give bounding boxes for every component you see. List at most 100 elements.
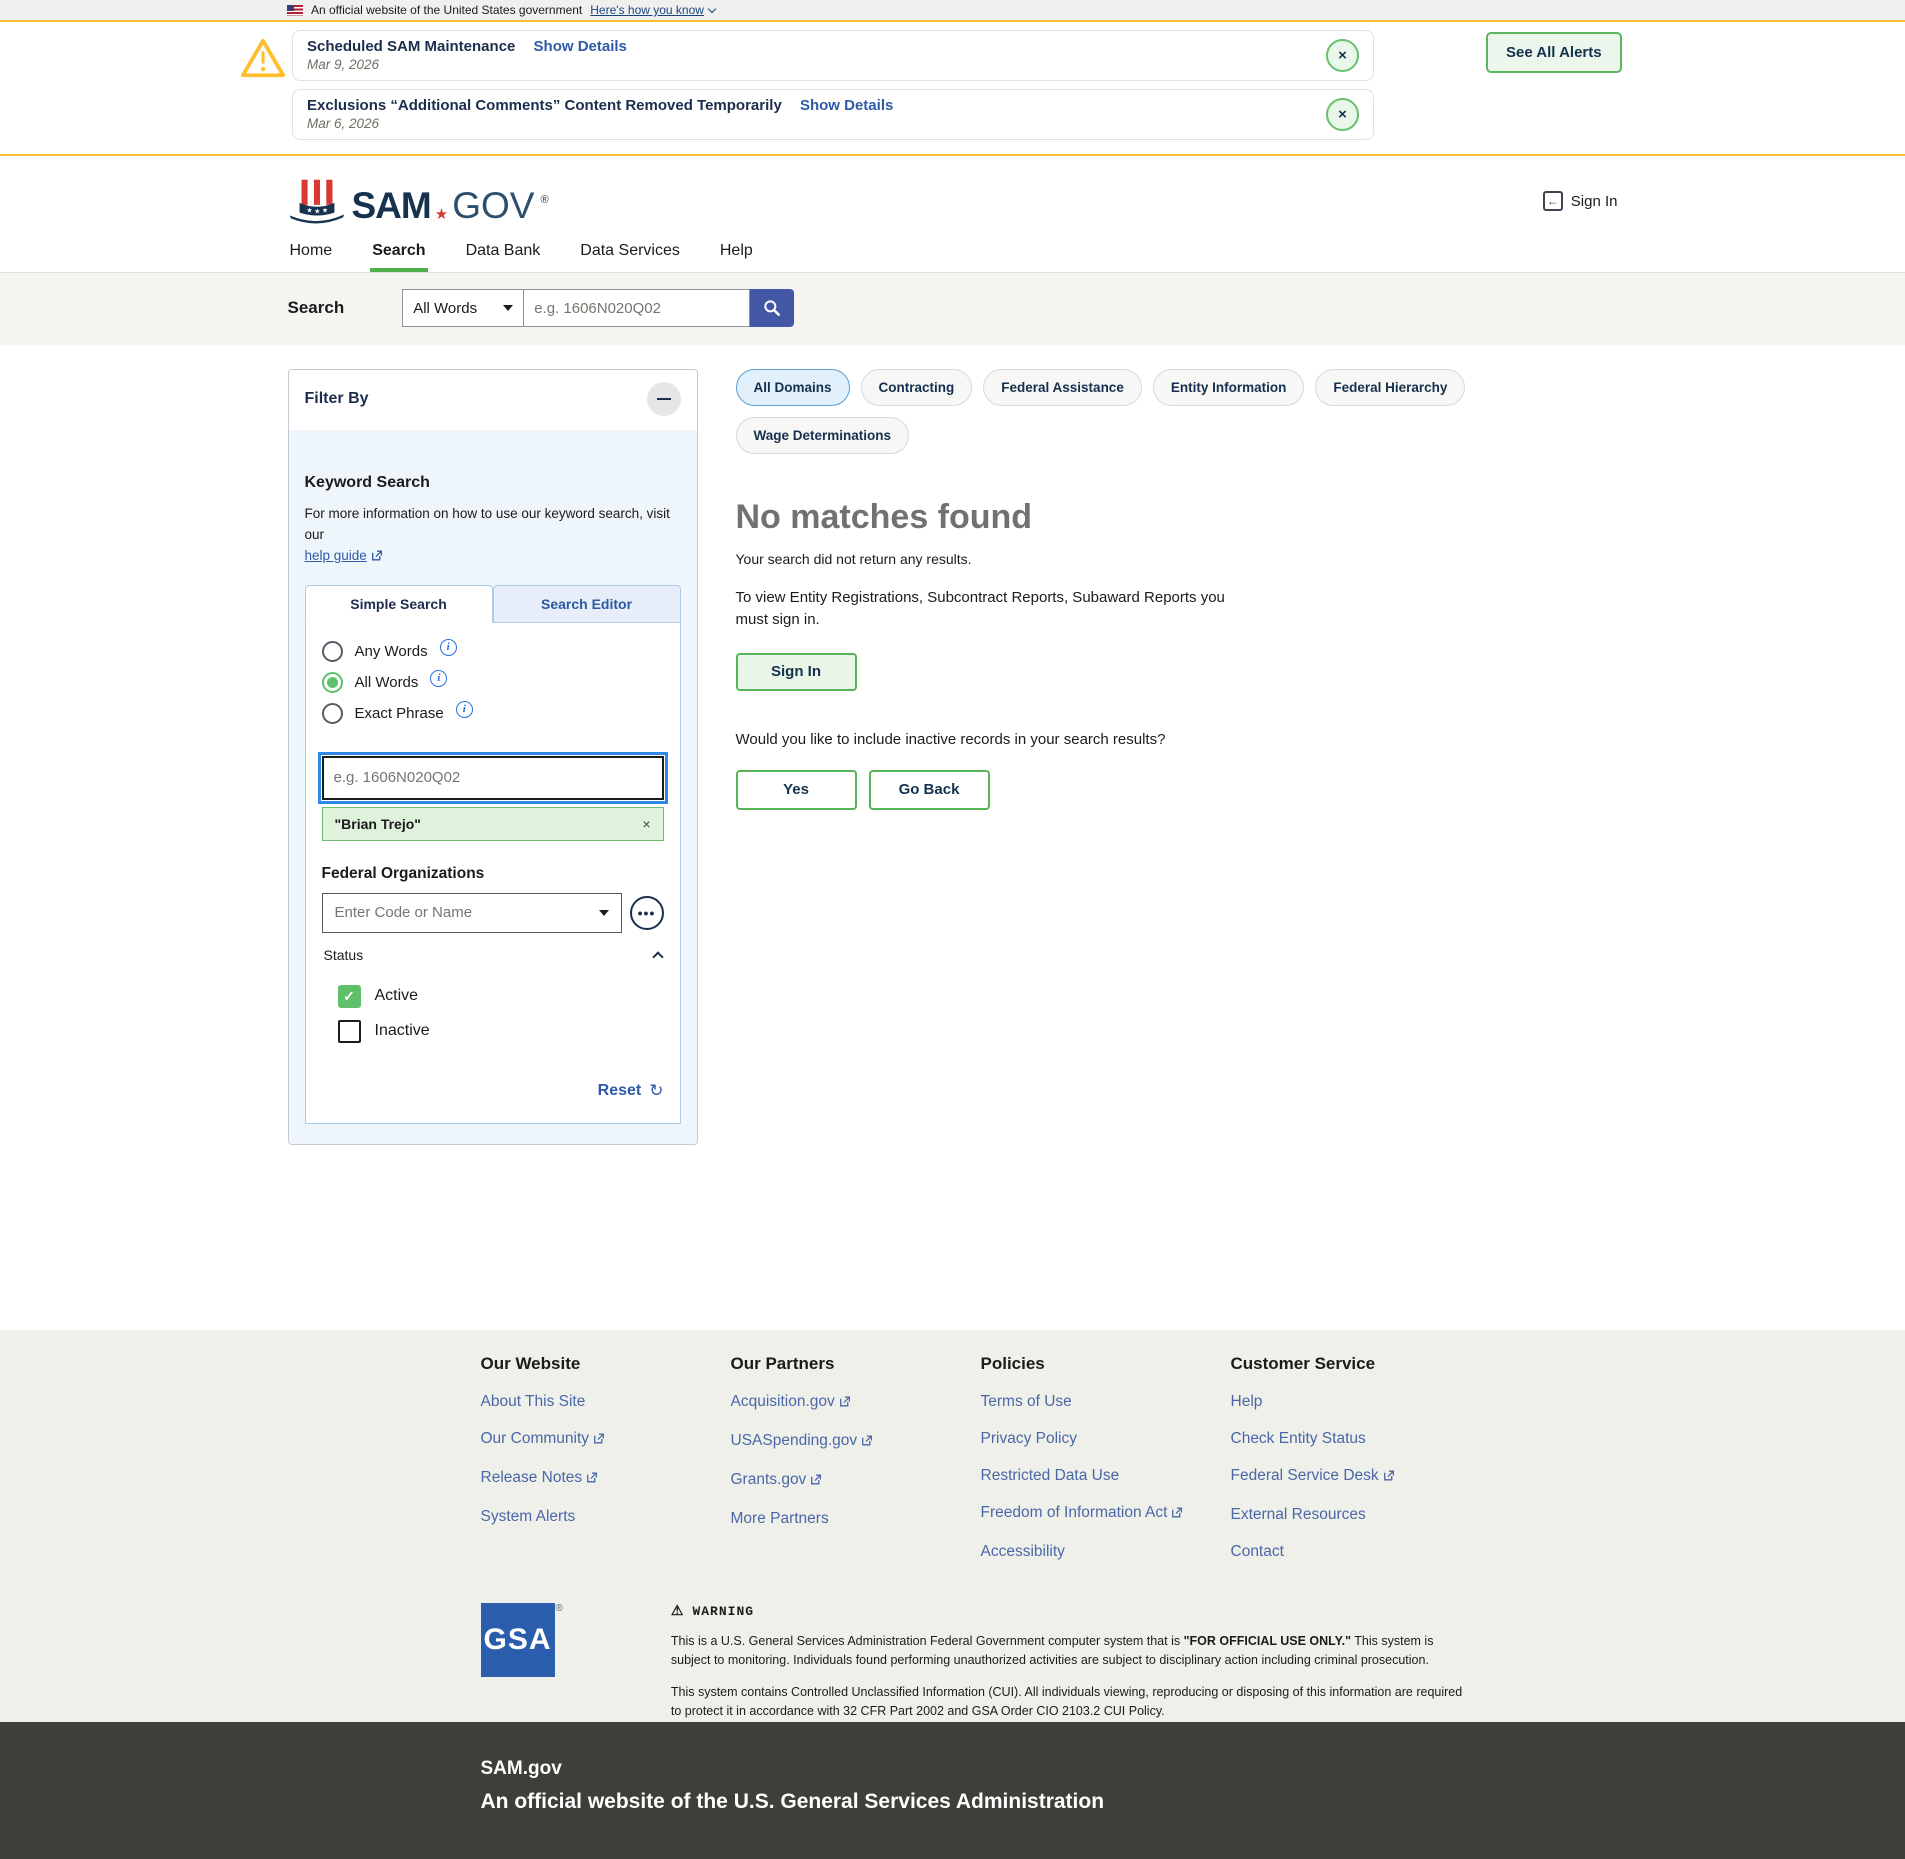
footer-link-foia[interactable]: Freedom of Information Act [981, 1504, 1231, 1524]
search-submit-button[interactable] [750, 289, 794, 327]
domain-pill-entity-information[interactable]: Entity Information [1153, 369, 1305, 406]
nav-item-data-bank[interactable]: Data Bank [464, 234, 543, 272]
footer-link-help[interactable]: Help [1231, 1393, 1481, 1411]
search-band: Search All Words [0, 273, 1905, 345]
footer-link-privacy-policy[interactable]: Privacy Policy [981, 1430, 1231, 1448]
domain-pill-wage-determinations[interactable]: Wage Determinations [736, 417, 910, 454]
footer-heading: Our Partners [731, 1354, 981, 1374]
include-inactive-question: Would you like to include inactive recor… [736, 731, 1618, 748]
status-inactive-label: Inactive [375, 1022, 430, 1040]
external-link-icon [585, 1471, 598, 1489]
see-all-alerts-button[interactable]: See All Alerts [1486, 32, 1622, 73]
footer-link-about-this-site[interactable]: About This Site [481, 1393, 731, 1411]
external-link-icon [370, 548, 383, 569]
status-inactive-option[interactable]: Inactive [338, 1020, 648, 1043]
radio-any-words[interactable] [322, 641, 343, 662]
go-back-button[interactable]: Go Back [869, 770, 990, 810]
radio-any-words-label: Any Words [355, 643, 428, 660]
search-mode-select[interactable]: All Words [402, 289, 524, 327]
nav-item-search[interactable]: Search [370, 234, 427, 272]
footer-link-restricted-data-use[interactable]: Restricted Data Use [981, 1467, 1231, 1485]
warning-triangle-icon [240, 36, 286, 140]
domain-pill-federal-hierarchy[interactable]: Federal Hierarchy [1315, 369, 1465, 406]
radio-exact-phrase[interactable] [322, 703, 343, 724]
gov-banner: An official website of the United States… [0, 0, 1905, 22]
warning-paragraph-1: This is a U.S. General Services Administ… [671, 1632, 1471, 1671]
footer-link-terms-of-use[interactable]: Terms of Use [981, 1393, 1231, 1411]
domain-pill-federal-assistance[interactable]: Federal Assistance [983, 369, 1142, 406]
footer-col-our-website: Our Website About This Site Our Communit… [481, 1354, 731, 1561]
nav-item-help[interactable]: Help [718, 234, 755, 272]
help-guide-link[interactable]: help guide [305, 548, 367, 563]
nav-item-data-services[interactable]: Data Services [578, 234, 682, 272]
alert-title: Scheduled SAM Maintenance [307, 38, 515, 55]
info-icon[interactable]: i [456, 701, 473, 718]
reset-icon[interactable]: ↻ [649, 1081, 663, 1101]
filter-panel: Filter By Keyword Search For more inform… [288, 369, 698, 1145]
footer-link-check-entity-status[interactable]: Check Entity Status [1231, 1430, 1481, 1448]
sign-in-icon: ← [1543, 191, 1563, 211]
reset-filters-link[interactable]: Reset [598, 1082, 642, 1100]
info-icon[interactable]: i [440, 639, 457, 656]
header-sign-in-link[interactable]: ← Sign In [1543, 191, 1618, 211]
site-header: ★ ★ ★ SAM ★ GOV ® ← Sign In Home Search … [0, 156, 1905, 273]
footer-link-acquisition-gov[interactable]: Acquisition.gov [731, 1393, 981, 1413]
footer-col-policies: Policies Terms of Use Privacy Policy Res… [981, 1354, 1231, 1561]
status-active-option[interactable]: ✓ Active [338, 985, 648, 1008]
no-matches-heading: No matches found [736, 498, 1618, 537]
footer-link-contact[interactable]: Contact [1231, 1543, 1481, 1561]
footer-link-system-alerts[interactable]: System Alerts [481, 1508, 731, 1526]
uncle-sam-hat-icon: ★ ★ ★ [288, 178, 346, 224]
nav-item-home[interactable]: Home [288, 234, 335, 272]
tab-search-editor[interactable]: Search Editor [493, 585, 681, 623]
info-icon[interactable]: i [430, 670, 447, 687]
show-details-link[interactable]: Show Details [534, 38, 627, 55]
chevron-down-icon [708, 4, 716, 12]
federal-org-select[interactable]: Enter Code or Name [322, 893, 622, 933]
ellipsis-icon: ••• [638, 905, 656, 921]
checkbox-unchecked-icon[interactable] [338, 1020, 361, 1043]
svg-text:★: ★ [306, 207, 312, 215]
show-details-link[interactable]: Show Details [800, 97, 893, 114]
alert-card: Exclusions “Additional Comments” Content… [292, 89, 1374, 140]
checkbox-checked-icon[interactable]: ✓ [338, 985, 361, 1008]
footer-link-usaspending-gov[interactable]: USASpending.gov [731, 1432, 981, 1452]
main-content: Filter By Keyword Search For more inform… [0, 345, 1905, 1330]
filter-collapse-button[interactable] [647, 382, 681, 416]
us-flag-icon [287, 5, 303, 16]
footer-link-federal-service-desk[interactable]: Federal Service Desk [1231, 1467, 1481, 1487]
gsa-warning-section: GSA ® ⚠ WARNING This is a U.S. General S… [288, 1603, 1618, 1722]
no-results-subtext: Your search did not return any results. [736, 551, 1618, 567]
domain-pill-contracting[interactable]: Contracting [861, 369, 973, 406]
yes-button[interactable]: Yes [736, 770, 857, 810]
heres-how-you-know-link[interactable]: Here's how you know [590, 3, 715, 17]
radio-all-words[interactable] [322, 672, 343, 693]
footer-link-grants-gov[interactable]: Grants.gov [731, 1471, 981, 1491]
federal-org-more-button[interactable]: ••• [630, 896, 664, 930]
status-accordion-toggle[interactable]: Status [324, 947, 662, 963]
logo-gov-text: GOV [452, 187, 534, 224]
search-band-label: Search [288, 298, 345, 318]
external-link-icon [1382, 1469, 1395, 1487]
alert-close-button[interactable]: × [1326, 98, 1359, 131]
footer-link-external-resources[interactable]: External Resources [1231, 1506, 1481, 1524]
footer-link-release-notes[interactable]: Release Notes [481, 1469, 731, 1489]
footer-link-our-community[interactable]: Our Community [481, 1430, 731, 1450]
tab-simple-search[interactable]: Simple Search [305, 585, 493, 623]
svg-text:★: ★ [321, 207, 327, 215]
keyword-search-input[interactable] [322, 756, 664, 800]
footer-link-more-partners[interactable]: More Partners [731, 1510, 981, 1528]
sign-in-button[interactable]: Sign In [736, 653, 857, 691]
domain-pill-all-domains[interactable]: All Domains [736, 369, 850, 406]
alert-title: Exclusions “Additional Comments” Content… [307, 97, 782, 114]
keyword-chip-label: "Brian Trejo" [335, 816, 421, 832]
logo-sam-text: SAM [352, 187, 431, 224]
footer-link-accessibility[interactable]: Accessibility [981, 1543, 1231, 1561]
sam-gov-logo[interactable]: ★ ★ ★ SAM ★ GOV ® [288, 178, 549, 224]
global-search-input[interactable] [524, 289, 750, 327]
search-icon [762, 298, 782, 318]
status-options: ✓ Active Inactive [322, 971, 664, 1059]
chip-remove-icon[interactable]: × [642, 816, 650, 832]
alert-close-button[interactable]: × [1326, 39, 1359, 72]
keyword-search-heading: Keyword Search [305, 474, 681, 492]
